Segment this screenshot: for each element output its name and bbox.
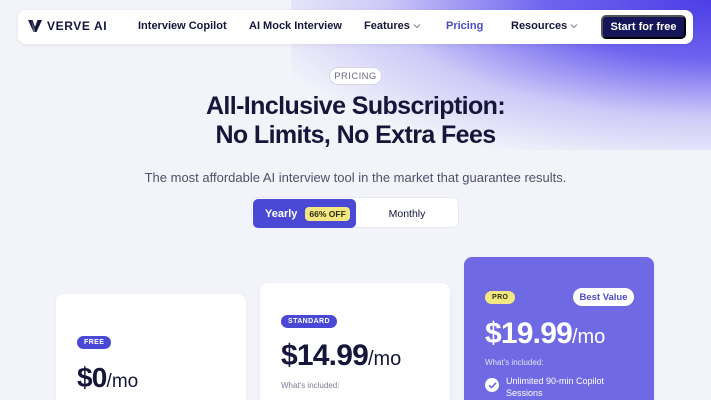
nav-resources-label: Resources [511, 20, 568, 32]
billing-monthly-option[interactable]: Monthly [356, 199, 458, 228]
plan-card-pro[interactable]: PRO Best Value $19.99/mo What's included… [464, 257, 654, 400]
tier-badge: PRO [485, 291, 516, 304]
plan-price: $0/mo [77, 362, 138, 394]
price-period: /mo [571, 326, 606, 348]
verve-logo-icon [28, 20, 42, 32]
nav-pricing[interactable]: Pricing [446, 20, 483, 32]
top-navbar: VERVE AI Interview Copilot AI Mock Inter… [18, 10, 693, 44]
price-period: /mo [106, 371, 139, 392]
billing-yearly-option[interactable]: Yearly 66% OFF [253, 199, 356, 228]
title-line-1: All-Inclusive Subscription: [205, 92, 506, 120]
page-title: All-Inclusive Subscription: No Limits, N… [0, 92, 711, 150]
brand-logo[interactable]: VERVE AI [28, 19, 107, 33]
price-amount: $0 [77, 362, 107, 393]
feature-text: Unlimited 90-min Copilot Sessions [506, 376, 605, 398]
nav-ai-mock-interview[interactable]: AI Mock Interview [249, 20, 342, 32]
nav-resources[interactable]: Resources [511, 20, 578, 32]
discount-badge: 66% OFF [305, 206, 350, 221]
yearly-label: Yearly [265, 207, 298, 220]
chevron-down-icon [413, 24, 421, 29]
chevron-down-icon [570, 24, 578, 29]
plan-price: $19.99/mo [485, 317, 605, 351]
best-value-badge: Best Value [573, 288, 634, 306]
title-line-2: No Limits, No Extra Fees [215, 121, 496, 149]
pricing-tag: PRICING [329, 67, 382, 85]
whats-included-label: What's included: [485, 358, 544, 367]
brand-name: VERVE AI [47, 19, 108, 33]
plan-card-standard[interactable]: STANDARD $14.99/mo What's included: [260, 283, 450, 400]
feature-item: Unlimited 90-min Copilot Sessions [485, 376, 616, 399]
nav-features[interactable]: Features [364, 20, 421, 32]
check-icon [485, 378, 499, 392]
tier-badge: STANDARD [281, 315, 337, 328]
page-subtitle: The most affordable AI interview tool in… [144, 170, 567, 185]
tier-badge: FREE [77, 336, 112, 349]
nav-features-label: Features [364, 20, 410, 32]
plan-card-free[interactable]: FREE $0/mo [56, 294, 246, 400]
price-period: /mo [367, 348, 402, 370]
whats-included-label: What's included: [281, 381, 340, 390]
price-amount: $14.99 [281, 339, 369, 372]
start-for-free-button[interactable]: Start for free [601, 15, 686, 39]
plan-price: $14.99/mo [281, 339, 401, 373]
billing-toggle: Yearly 66% OFF Monthly [251, 197, 459, 228]
price-amount: $19.99 [485, 317, 573, 350]
nav-interview-copilot[interactable]: Interview Copilot [138, 20, 227, 32]
